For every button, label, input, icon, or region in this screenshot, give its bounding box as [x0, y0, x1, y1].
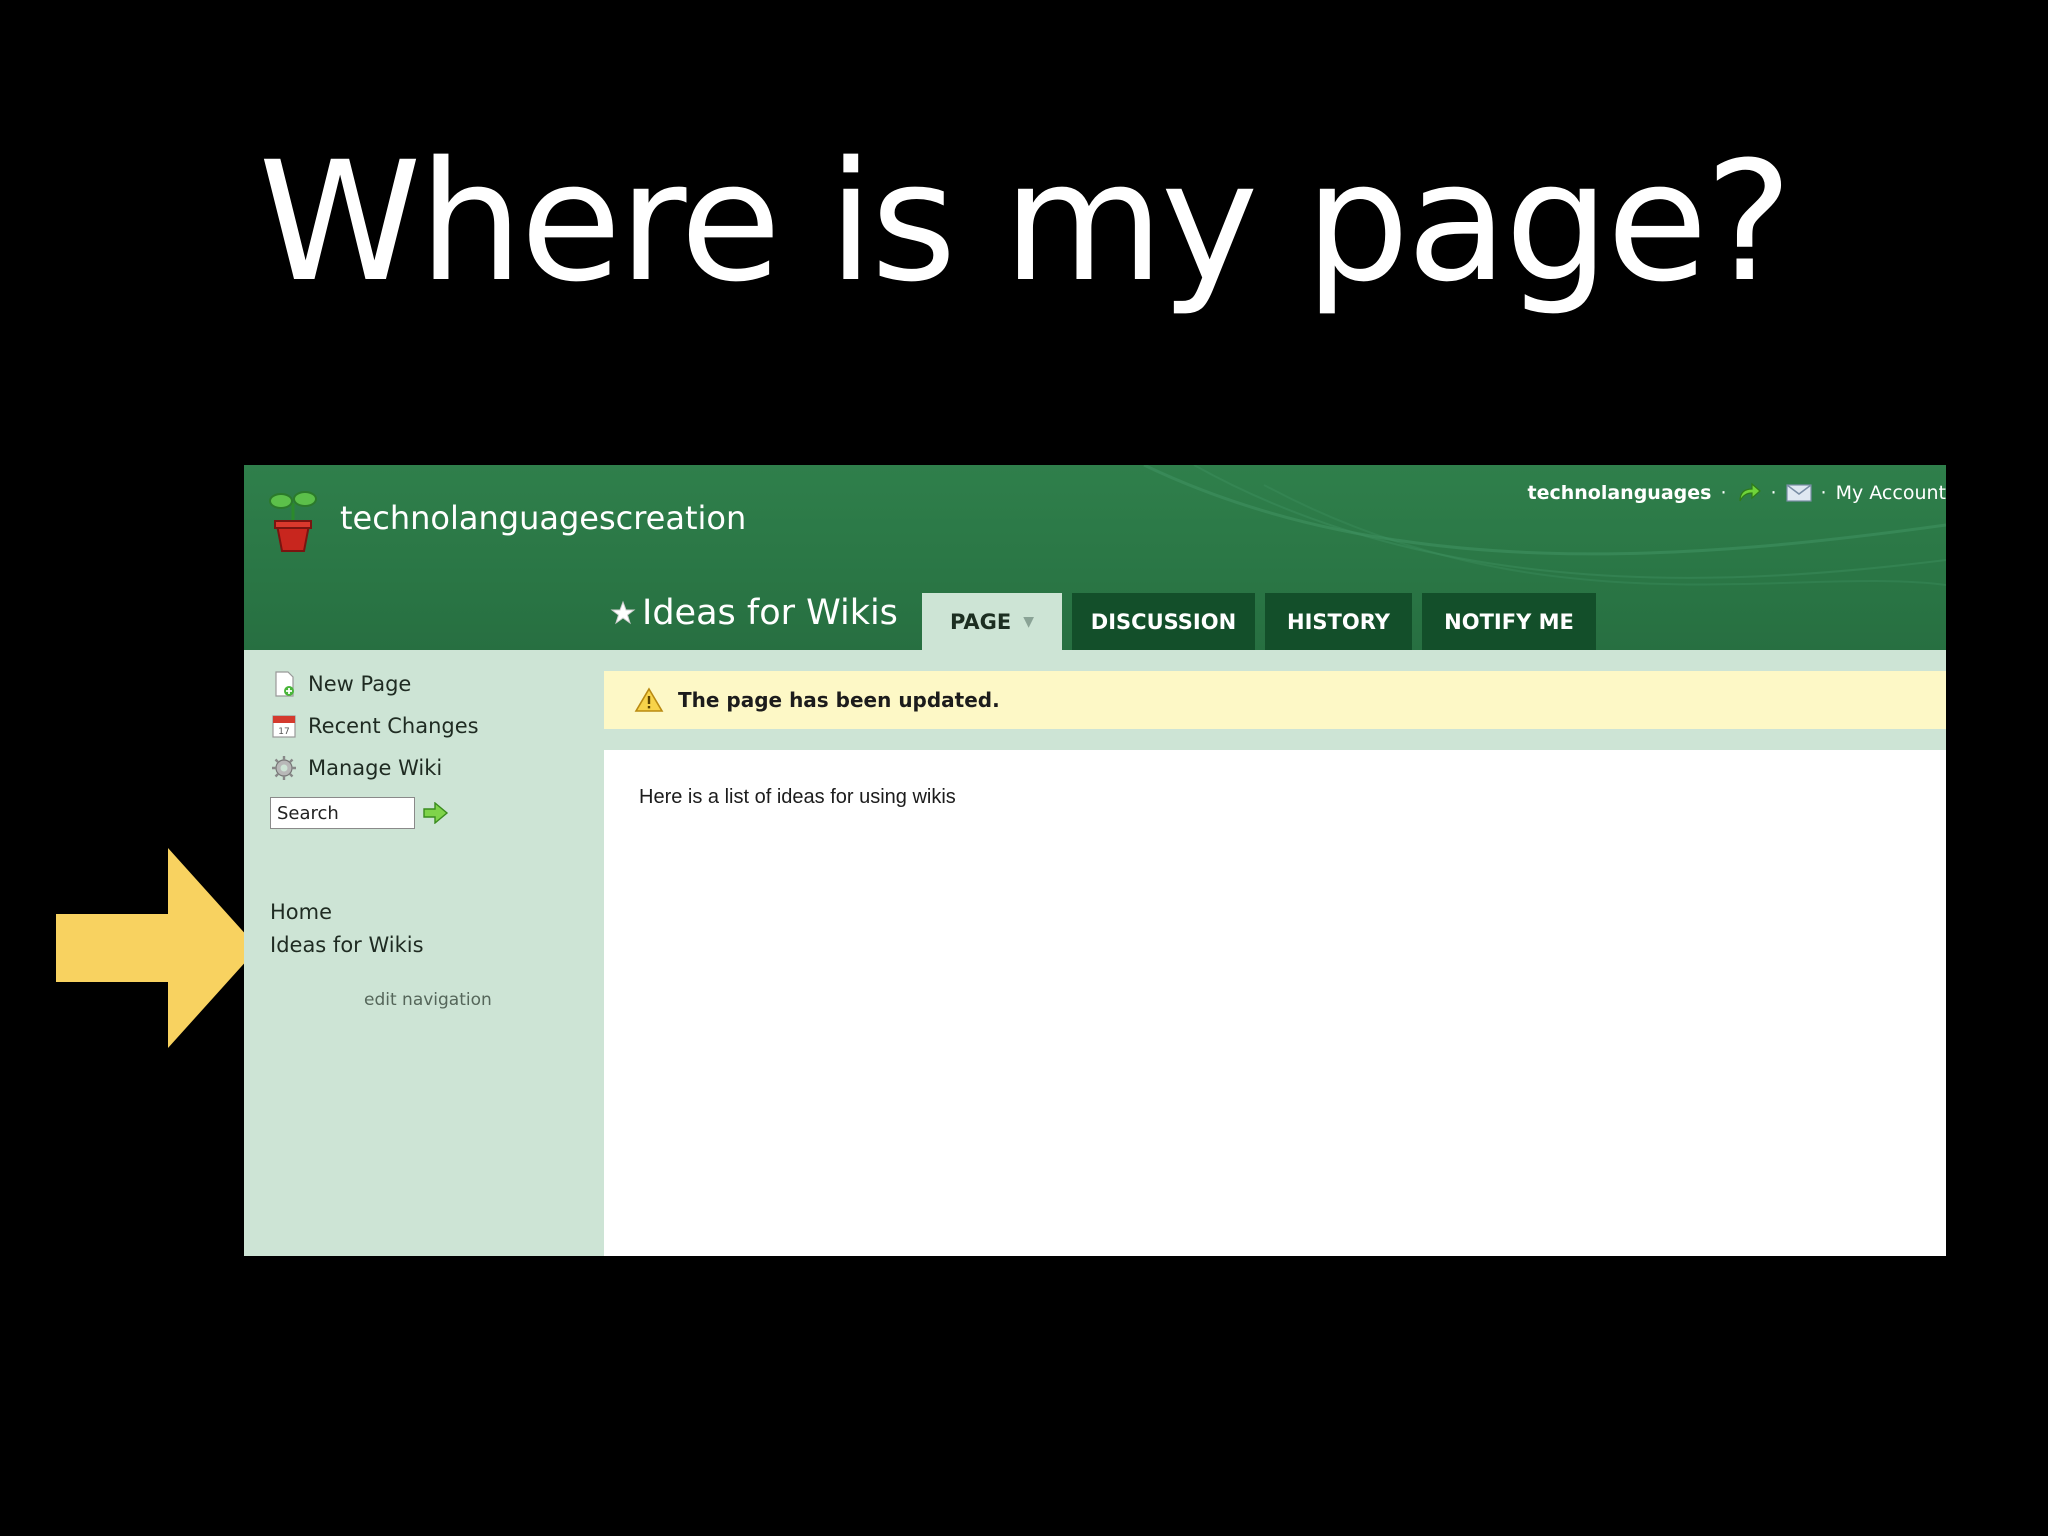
search-go-arrow-icon[interactable] — [423, 802, 449, 824]
tab-discussion[interactable]: DISCUSSION — [1072, 593, 1255, 650]
separator-dot: · — [1770, 482, 1777, 504]
search-row — [270, 797, 449, 829]
wiki-screenshot: technolanguagescreation technolanguages … — [244, 465, 1946, 1256]
warning-icon — [634, 687, 664, 712]
svg-text:17: 17 — [278, 727, 289, 737]
wiki-name[interactable]: technolanguagescreation — [340, 499, 746, 537]
my-account-link[interactable]: My Account — [1836, 482, 1946, 504]
recent-changes-label: Recent Changes — [308, 714, 479, 738]
share-icon[interactable] — [1736, 481, 1762, 505]
tab-page[interactable]: PAGE ▼ — [922, 593, 1062, 650]
calendar-icon: 17 — [272, 715, 296, 738]
nav-item-ideas-for-wikis[interactable]: Ideas for Wikis — [270, 933, 424, 957]
tab-notify-me-label: NOTIFY ME — [1444, 609, 1574, 634]
tab-page-label: PAGE — [949, 609, 1012, 634]
separator-dot: · — [1820, 482, 1827, 504]
page-title-area: Ideas for Wikis — [610, 593, 898, 633]
new-page-link[interactable]: New Page — [270, 670, 411, 698]
search-input[interactable] — [270, 797, 415, 829]
tab-notify-me[interactable]: NOTIFY ME — [1422, 593, 1596, 650]
star-icon[interactable] — [610, 600, 636, 626]
page-content: Here is a list of ideas for using wikis — [604, 750, 1946, 1256]
recent-changes-link[interactable]: 17 Recent Changes — [270, 712, 479, 740]
nav-item-home[interactable]: Home — [270, 900, 332, 924]
separator-dot: · — [1720, 482, 1727, 504]
edit-navigation-link[interactable]: edit navigation — [364, 990, 492, 1010]
content-paragraph: Here is a list of ideas for using wikis — [639, 786, 956, 808]
pointer-arrow-icon — [56, 848, 258, 1048]
wiki-sidebar: New Page 17 Recent Changes Manage Wiki S… — [244, 650, 604, 1256]
wiki-header: technolanguagescreation technolanguages … — [244, 465, 1946, 650]
wiki-logo-icon — [269, 491, 317, 552]
manage-wiki-label: Manage Wiki — [308, 756, 443, 780]
tab-discussion-label: DISCUSSION — [1090, 609, 1237, 634]
username-link[interactable]: technolanguages — [1528, 482, 1712, 504]
new-page-label: New Page — [308, 672, 412, 696]
new-page-icon — [275, 671, 294, 697]
notice-text: The page has been updated. — [678, 688, 1000, 712]
manage-wiki-link[interactable]: Manage Wiki — [270, 754, 442, 782]
mail-icon[interactable] — [1785, 483, 1812, 503]
gear-icon — [272, 756, 296, 780]
page-title: Ideas for Wikis — [642, 593, 898, 633]
top-account-bar: technolanguages · · · My Account — [1528, 477, 1947, 509]
tab-history[interactable]: HISTORY — [1265, 593, 1412, 650]
tab-history-label: HISTORY — [1287, 609, 1390, 634]
update-notice: The page has been updated. — [604, 671, 1946, 729]
slide-title: Where is my page? — [258, 126, 1792, 318]
chevron-down-icon[interactable]: ▼ — [1023, 614, 1034, 630]
